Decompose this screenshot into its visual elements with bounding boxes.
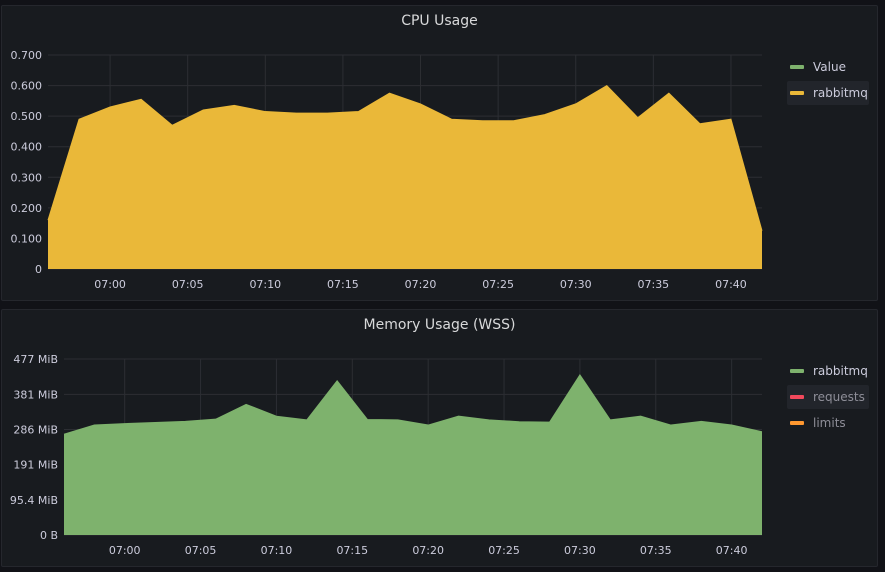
legend-item-value[interactable]: Value	[787, 55, 869, 79]
x-tick-label: 07:05	[172, 278, 204, 291]
x-tick-label: 07:00	[94, 278, 126, 291]
cpu-usage-panel: CPU Usage 0 0.100 0.200 0.300 0.400 0.500 0.60…	[1, 5, 878, 301]
legend-label: rabbitmq	[813, 364, 868, 378]
x-tick-label: 07:20	[405, 278, 437, 291]
x-tick-label: 07:15	[336, 544, 368, 557]
cpu-usage-chart: 0 0.100 0.200 0.300 0.400 0.500 0.600 0.700 07:0…	[11, 49, 763, 291]
x-tick-label: 07:25	[488, 544, 520, 557]
x-tick-label: 07:20	[412, 544, 444, 557]
x-tick-label: 07:40	[715, 278, 747, 291]
x-tick-label: 07:10	[249, 278, 281, 291]
legend-item-limits[interactable]: limits	[787, 411, 869, 435]
y-tick-label: 0.700	[11, 49, 43, 62]
x-tick-label: 07:00	[109, 544, 141, 557]
x-tick-label: 07:30	[560, 278, 592, 291]
series-area-rabbitmq	[48, 85, 762, 269]
legend-swatch	[790, 421, 804, 425]
legend-item-requests[interactable]: requests	[787, 385, 869, 409]
y-tick-label: 0 B	[40, 529, 58, 542]
memory-usage-chart: 0 B 95.4 MiB 191 MiB 286 MiB 381 MiB 477 MiB 0…	[10, 353, 763, 557]
y-tick-label: 0.300	[11, 171, 43, 184]
legend-item-rabbitmq[interactable]: rabbitmq	[787, 359, 869, 383]
legend: rabbitmq requests limits	[787, 359, 869, 437]
y-tick-label: 0.200	[11, 202, 43, 215]
y-tick-label: 0.600	[11, 80, 43, 93]
legend-label: Value	[813, 60, 846, 74]
legend-label: rabbitmq	[813, 86, 868, 100]
x-tick-label: 07:05	[185, 544, 217, 557]
y-tick-label: 0.500	[11, 110, 43, 123]
y-tick-label: 191 MiB	[13, 459, 58, 472]
y-tick-label: 477 MiB	[13, 353, 58, 366]
y-tick-label: 0	[35, 263, 42, 276]
legend-label: requests	[813, 390, 865, 404]
legend-swatch	[790, 65, 804, 69]
y-tick-label: 286 MiB	[13, 423, 58, 436]
x-tick-label: 07:30	[564, 544, 596, 557]
y-tick-label: 0.100	[11, 232, 43, 245]
x-tick-label: 07:35	[637, 278, 669, 291]
x-tick-label: 07:40	[716, 544, 748, 557]
legend: Value rabbitmq	[787, 55, 869, 107]
legend-label: limits	[813, 416, 846, 430]
y-tick-label: 0.400	[11, 141, 43, 154]
x-tick-label: 07:25	[482, 278, 514, 291]
y-tick-label: 95.4 MiB	[10, 494, 58, 507]
series-area-rabbitmq	[64, 374, 762, 535]
x-tick-label: 07:15	[327, 278, 359, 291]
y-tick-label: 381 MiB	[13, 388, 58, 401]
legend-swatch	[790, 91, 804, 95]
memory-usage-panel: Memory Usage (WSS) 0 B 95.4 MiB 191 MiB 286…	[1, 309, 878, 567]
legend-item-rabbitmq[interactable]: rabbitmq	[787, 81, 869, 105]
legend-swatch	[790, 395, 804, 399]
x-tick-label: 07:10	[261, 544, 293, 557]
x-tick-label: 07:35	[640, 544, 672, 557]
legend-swatch	[790, 369, 804, 373]
